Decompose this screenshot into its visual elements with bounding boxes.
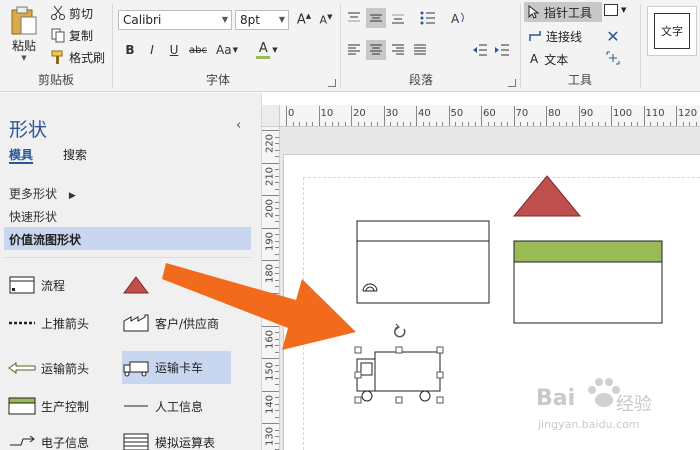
watermark-brand: Bai <box>536 386 576 411</box>
inventory-triangle-shape[interactable] <box>512 175 582 217</box>
orange-arrow-icon <box>162 263 356 350</box>
watermark: Bai 经验 jingyan.baidu.com <box>532 370 692 440</box>
watermark-url: jingyan.baidu.com <box>538 418 640 431</box>
rotate-handle-icon[interactable] <box>394 323 406 338</box>
process-shape[interactable] <box>356 220 490 304</box>
watermark-brand-cn: 经验 <box>616 394 652 415</box>
production-control-shape[interactable] <box>513 240 663 324</box>
truck-shape[interactable] <box>356 351 441 402</box>
